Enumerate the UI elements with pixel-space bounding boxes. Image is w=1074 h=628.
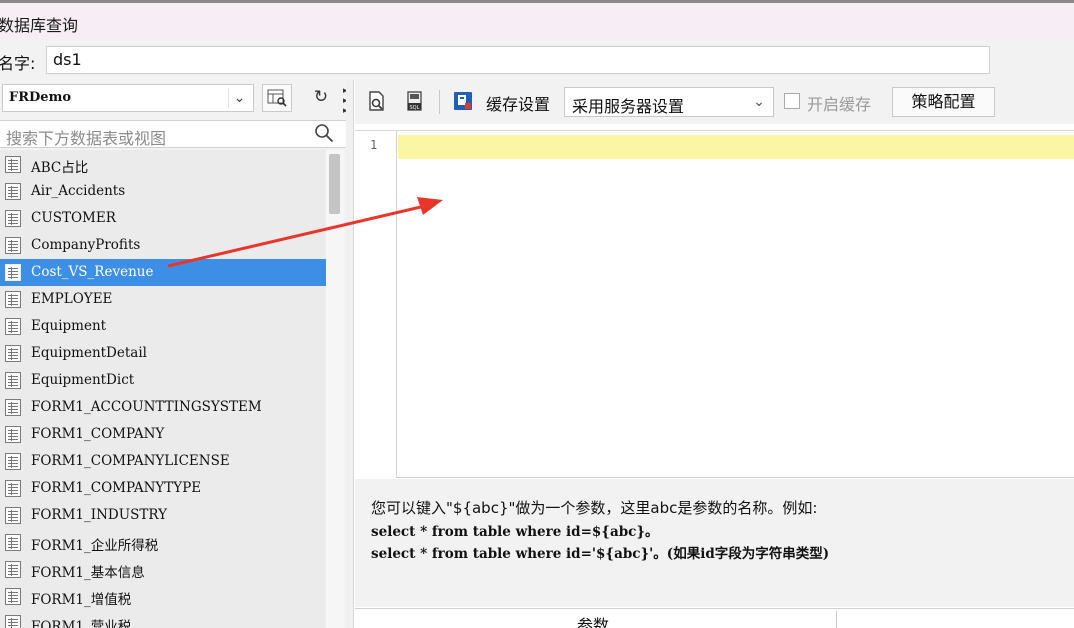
panel-splitter[interactable]	[346, 80, 354, 628]
cache-icon[interactable]	[451, 89, 475, 113]
cache-mode-value: 采用服务器设置	[572, 97, 685, 116]
table-list-item[interactable]: FORM1_企业所得税	[0, 529, 326, 556]
table-icon	[5, 156, 21, 173]
table-list-scrollbar[interactable]	[326, 150, 344, 628]
table-list-item[interactable]: FORM1_增值税	[0, 583, 326, 610]
table-icon	[5, 534, 21, 551]
table-list-item[interactable]: FORM1_营业税	[0, 610, 326, 628]
table-list-item[interactable]: CUSTOMER	[0, 205, 326, 232]
sql-icon[interactable]: SQL	[403, 89, 427, 113]
table-list-item[interactable]: EquipmentDict	[0, 367, 326, 394]
search-icon[interactable]	[314, 123, 334, 143]
table-list-item[interactable]: Air_Accidents	[0, 178, 326, 205]
table-icon	[5, 426, 21, 443]
table-name: CUSTOMER	[31, 210, 116, 226]
table-name: Cost_VS_Revenue	[31, 264, 154, 280]
table-icon	[5, 264, 21, 281]
sql-editor[interactable]: 1	[355, 130, 1074, 478]
table-list-item[interactable]: Equipment	[0, 313, 326, 340]
table-icon	[5, 507, 21, 524]
table-name: FORM1_基本信息	[31, 565, 145, 581]
table-name: EquipmentDetail	[31, 345, 147, 361]
table-icon	[5, 372, 21, 389]
table-list-item[interactable]: FORM1_COMPANYTYPE	[0, 475, 326, 502]
hint-text: 您可以键入"${abc}"做为一个参数，这里abc是参数的名称。例如:	[371, 499, 818, 517]
datasource-select-value: FRDemo	[9, 90, 72, 105]
table-icon	[5, 615, 21, 628]
policy-config-button[interactable]: 策略配置	[892, 87, 995, 117]
table-icon	[5, 561, 21, 578]
current-line-highlight[interactable]	[398, 135, 1074, 159]
table-icon	[5, 237, 21, 254]
table-icon	[5, 210, 21, 227]
table-list-item[interactable]: EMPLOYEE	[0, 286, 326, 313]
params-table: 参数	[355, 608, 1074, 628]
search-input[interactable]: 搜索下方数据表或视图	[6, 125, 166, 149]
table-icon	[5, 588, 21, 605]
table-name: FORM1_营业税	[31, 619, 132, 628]
enable-cache-label[interactable]: 开启缓存	[807, 91, 871, 115]
query-toolbar: SQL 缓存设置 采用服务器设置 ⌄ 开启缓存 策略配置	[355, 80, 1074, 124]
table-icon	[5, 318, 21, 335]
table-name: FORM1_COMPANY	[31, 426, 165, 442]
table-list-item[interactable]: ABC占比	[0, 151, 326, 178]
table-icon	[5, 345, 21, 362]
table-list-item[interactable]: FORM1_INDUSTRY	[0, 502, 326, 529]
svg-text:SQL: SQL	[410, 105, 420, 111]
table-name: FORM1_ACCOUNTTINGSYSTEM	[31, 399, 262, 415]
table-name: Air_Accidents	[31, 183, 126, 199]
preview-table-button[interactable]	[262, 84, 292, 112]
toolbar-divider	[439, 90, 440, 114]
table-name: FORM1_增值税	[31, 592, 132, 608]
table-icon	[5, 453, 21, 470]
table-name: EMPLOYEE	[31, 291, 113, 307]
table-list[interactable]: ABC占比 Air_Accidents CUSTOMER CompanyProfits…	[0, 150, 326, 628]
hint-example-1: select * from table where id=${abc}。	[371, 524, 659, 540]
cache-settings-label: 缓存设置	[486, 95, 551, 114]
table-icon	[5, 291, 21, 308]
table-name: EquipmentDict	[31, 372, 135, 388]
enable-cache-checkbox[interactable]	[784, 93, 800, 109]
cache-mode-select[interactable]: 采用服务器设置 ⌄	[564, 87, 774, 117]
name-input[interactable]: ds1	[46, 46, 990, 74]
datasource-select[interactable]: FRDemo ⌄	[2, 84, 254, 112]
hint-example-2: select * from table where id='${abc}'。(如…	[371, 546, 830, 562]
name-label: 名字:	[0, 54, 36, 73]
table-list-item[interactable]: CompanyProfits	[0, 232, 326, 259]
table-icon	[5, 399, 21, 416]
window-title: 数据库查询	[0, 16, 79, 35]
table-name: FORM1_INDUSTRY	[31, 507, 168, 523]
table-name: CompanyProfits	[31, 237, 141, 253]
preview-table-icon	[267, 89, 287, 107]
name-row: 名字: ds1	[0, 40, 1074, 80]
chevron-down-icon[interactable]: ⌄	[228, 88, 250, 108]
table-list-item[interactable]: FORM1_基本信息	[0, 556, 326, 583]
table-name: FORM1_COMPANYTYPE	[31, 480, 202, 496]
line-number: 1	[370, 138, 378, 152]
scrollbar-thumb[interactable]	[329, 154, 340, 214]
table-icon	[5, 480, 21, 497]
table-name: FORM1_COMPANYLICENSE	[31, 453, 230, 469]
table-name: Equipment	[31, 318, 107, 334]
left-panel: FRDemo ⌄ ↻ ▸▸▸ 搜索下方数据表或视图 ABC占比Air_Accid…	[0, 80, 348, 628]
preview-icon[interactable]	[365, 89, 389, 113]
table-list-item[interactable]: FORM1_ACCOUNTTINGSYSTEM	[0, 394, 326, 421]
line-gutter: 1	[355, 131, 397, 478]
param-column-header: 参数	[577, 616, 610, 628]
table-name: ABC占比	[31, 160, 89, 176]
chevron-down-icon[interactable]: ⌄	[745, 88, 773, 116]
refresh-icon: ↻	[313, 87, 329, 107]
column-divider[interactable]	[836, 611, 837, 628]
refresh-button[interactable]: ↻	[306, 84, 336, 112]
table-list-item[interactable]: FORM1_COMPANYLICENSE	[0, 448, 326, 475]
table-search[interactable]: 搜索下方数据表或视图	[0, 120, 346, 148]
table-icon	[5, 183, 21, 200]
table-name: FORM1_企业所得税	[31, 538, 159, 554]
parameter-hint: 您可以键入"${abc}"做为一个参数，这里abc是参数的名称。例如: sele…	[355, 479, 1074, 607]
table-list-item[interactable]: Cost_VS_Revenue	[0, 259, 326, 286]
title-bar: 数据库查询	[0, 0, 1074, 40]
table-list-item[interactable]: EquipmentDetail	[0, 340, 326, 367]
table-list-item[interactable]: FORM1_COMPANY	[0, 421, 326, 448]
